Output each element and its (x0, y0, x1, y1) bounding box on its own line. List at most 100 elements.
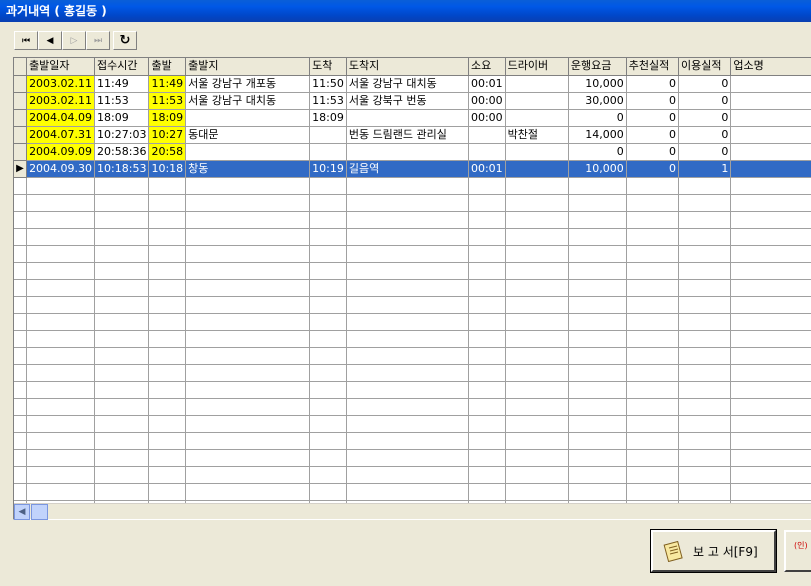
table-cell: 14,000 (568, 126, 627, 144)
table-cell: 11:49 (94, 75, 150, 93)
column-header[interactable]: 업소명 (730, 58, 811, 76)
table-cell: 10,000 (568, 75, 627, 93)
table-cell: 20:58 (148, 143, 187, 161)
prev-icon: ◀ (46, 35, 54, 46)
table-cell: 0 (626, 126, 680, 144)
column-header[interactable]: 도착 (309, 58, 347, 76)
column-header[interactable]: 이용실적 (678, 58, 732, 76)
table-cell: 0 (568, 109, 627, 127)
table-cell: 10:27 (148, 126, 187, 144)
history-table: 출발일자 접수시간 출발 출발지 도착 도착지 소요 드라이버 운행요금 추천실적 이용실적 업소명 … (14, 58, 811, 518)
table-row[interactable]: ▶ 2004.09.30 10:18:53 10:18 창동 10:19 길음역 00:01 1… (14, 160, 811, 178)
row-indicator[interactable] (14, 126, 28, 144)
table-row[interactable]: 2004.07.31 10:27:03 10:27 동대문 번동 드림랜드 관리실 박찬절… (14, 126, 811, 144)
column-header[interactable]: 출발 (148, 58, 187, 76)
table-cell: 서울 강남구 대치동 (185, 92, 311, 110)
column-header[interactable]: 접수시간 (94, 58, 150, 76)
row-indicator[interactable]: ▶ (14, 160, 28, 178)
table-cell: 00:01 (468, 75, 506, 93)
column-header[interactable]: 드라이버 (505, 58, 569, 76)
table-cell: 20:58:36 (94, 143, 150, 161)
table-cell: 11:53 (148, 92, 187, 110)
seal-icon: (인) (794, 541, 808, 550)
table-cell: 0 (678, 143, 732, 161)
column-header[interactable]: 추천실적 (626, 58, 680, 76)
table-cell (730, 160, 811, 178)
first-record-button[interactable]: ⏮ (14, 31, 38, 50)
table-cell: 창동 (185, 160, 311, 178)
table-cell (730, 109, 811, 127)
table-cell (309, 126, 347, 144)
row-indicator[interactable] (14, 143, 28, 161)
table-row[interactable]: 2003.02.11 11:53 11:53 서울 강남구 대치동 11:53 서울 강북… (14, 92, 811, 110)
table-cell (309, 143, 347, 161)
table-cell: 서울 강남구 대치동 (346, 75, 469, 93)
table-cell: 길음역 (346, 160, 469, 178)
table-cell: 0 (678, 109, 732, 127)
report-button-label: 보 고 서[F9] (693, 544, 758, 559)
table-cell: 10:19 (309, 160, 347, 178)
table-cell (346, 143, 469, 161)
table-cell: 2004.09.30 (26, 160, 96, 178)
column-header[interactable]: 도착지 (346, 58, 469, 76)
column-header[interactable]: 소요 (468, 58, 506, 76)
window-title: 과거내역 ( 홍길동 ) (0, 0, 811, 22)
table-row[interactable]: 2003.02.11 11:49 11:49 서울 강남구 개포동 11:50 서울 강남… (14, 75, 811, 93)
table-cell: 00:00 (468, 92, 506, 110)
table-cell (185, 143, 311, 161)
next-record-button[interactable]: ▷ (62, 31, 86, 50)
table-cell: 18:09 (148, 109, 187, 127)
seal-button[interactable]: (인) (784, 530, 811, 572)
table-cell: 11:53 (309, 92, 347, 110)
report-icon (663, 540, 685, 562)
table-cell (505, 143, 569, 161)
last-record-button[interactable]: ⏭ (86, 31, 110, 50)
table-cell: 10:18 (148, 160, 187, 178)
row-indicator[interactable] (14, 92, 28, 110)
table-cell (185, 109, 311, 127)
column-header[interactable]: 출발지 (185, 58, 311, 76)
refresh-icon: ↻ (119, 33, 131, 48)
table-cell: 10:27:03 (94, 126, 150, 144)
table-cell: 18:09 (309, 109, 347, 127)
table-cell: 0 (626, 75, 680, 93)
prev-record-button[interactable]: ◀ (38, 31, 62, 50)
table-cell: 18:09 (94, 109, 150, 127)
table-cell: 30,000 (568, 92, 627, 110)
horizontal-scrollbar[interactable]: ◀ (14, 503, 811, 520)
table-cell: 번동 드림랜드 관리실 (346, 126, 469, 144)
table-cell: 0 (678, 126, 732, 144)
row-indicator[interactable] (14, 109, 28, 127)
table-cell (505, 92, 569, 110)
record-navigator: ⏮ ◀ ▷ ⏭ ↻ (14, 31, 137, 50)
table-cell: 11:49 (148, 75, 187, 93)
table-cell: 서울 강남구 개포동 (185, 75, 311, 93)
table-cell: 2003.02.11 (26, 75, 96, 93)
table-cell (730, 143, 811, 161)
table-row[interactable]: 2004.04.09 18:09 18:09 18:09 00:00 0 0 0 (14, 109, 811, 127)
table-row[interactable]: 2004.09.09 20:58:36 20:58 0 0 0 (14, 143, 811, 161)
table-cell: 11:53 (94, 92, 150, 110)
table-cell (505, 160, 569, 178)
table-cell: 0 (626, 160, 680, 178)
table-cell (505, 109, 569, 127)
table-cell: 서울 강북구 번동 (346, 92, 469, 110)
table-cell: 0 (678, 75, 732, 93)
row-indicator-header (14, 58, 28, 76)
scroll-thumb[interactable] (31, 504, 48, 520)
column-header[interactable]: 운행요금 (568, 58, 627, 76)
scroll-left-icon[interactable]: ◀ (14, 504, 30, 520)
next-icon: ▷ (70, 35, 78, 46)
history-grid[interactable]: 출발일자 접수시간 출발 출발지 도착 도착지 소요 드라이버 운행요금 추천실적 이용실적 업소명 … (13, 57, 811, 520)
table-cell: 0 (626, 92, 680, 110)
report-button[interactable]: 보 고 서[F9] (650, 529, 777, 573)
row-indicator[interactable] (14, 75, 28, 93)
table-cell (346, 109, 469, 127)
table-cell (468, 143, 506, 161)
table-cell (730, 92, 811, 110)
table-cell: 2004.07.31 (26, 126, 96, 144)
table-cell: 10:18:53 (94, 160, 150, 178)
column-header[interactable]: 출발일자 (26, 58, 96, 76)
table-cell: 10,000 (568, 160, 627, 178)
refresh-button[interactable]: ↻ (113, 31, 137, 50)
